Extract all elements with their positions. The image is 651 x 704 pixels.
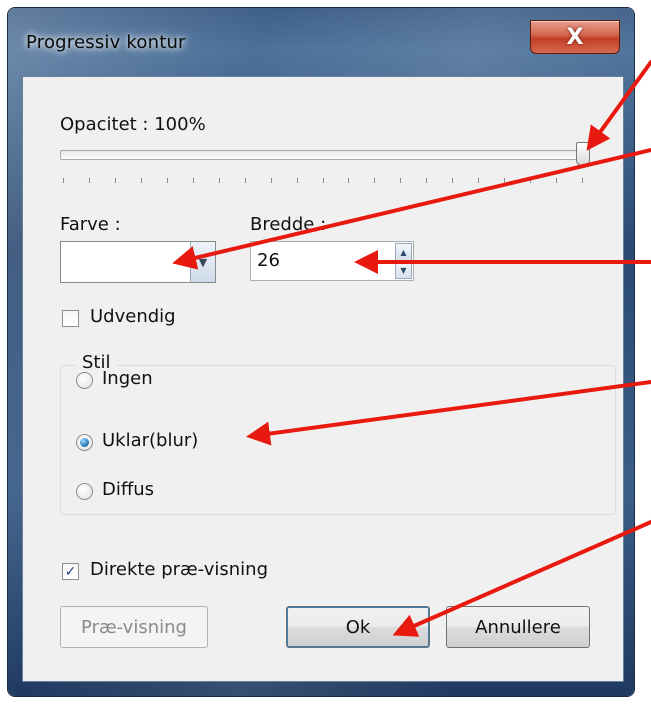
annotation-arrow-color — [172, 148, 651, 270]
annotation-arrow-style — [246, 380, 651, 446]
annotation-arrow-ok — [392, 520, 651, 637]
annotation-arrow-opacity — [586, 60, 651, 151]
annotation-arrows — [172, 60, 651, 637]
